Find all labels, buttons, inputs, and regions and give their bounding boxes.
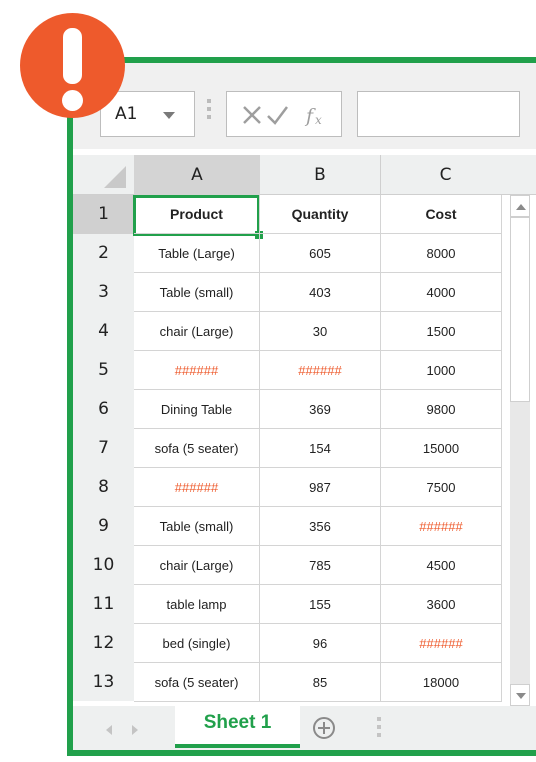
grip-handle-icon[interactable] xyxy=(207,99,211,129)
row-header-11[interactable]: 11 xyxy=(73,585,134,624)
enter-icon[interactable] xyxy=(267,106,288,125)
exclamation-icon xyxy=(20,13,125,118)
scroll-down-button[interactable] xyxy=(510,684,530,706)
row-header-5[interactable]: 5 xyxy=(73,351,134,390)
cell-b9[interactable]: 356 xyxy=(260,507,381,546)
chevron-right-icon[interactable] xyxy=(132,725,138,735)
cell-a3[interactable]: Table (small) xyxy=(134,273,260,312)
scrollbar-thumb[interactable] xyxy=(510,217,530,402)
cell-c3[interactable]: 4000 xyxy=(381,273,502,312)
row-header-8[interactable]: 8 xyxy=(73,468,134,507)
row-header-7[interactable]: 7 xyxy=(73,429,134,468)
chevron-left-icon[interactable] xyxy=(106,725,112,735)
column-header-b[interactable]: B xyxy=(260,155,381,195)
sheet-tab-underline xyxy=(175,744,300,748)
cell-b1[interactable]: Quantity xyxy=(260,195,381,234)
row-header-10[interactable]: 10 xyxy=(73,546,134,585)
name-box[interactable]: A1 xyxy=(100,91,195,137)
row-header-3[interactable]: 3 xyxy=(73,273,134,312)
cell-c2[interactable]: 8000 xyxy=(381,234,502,273)
cell-a4[interactable]: chair (Large) xyxy=(134,312,260,351)
cell-a8[interactable]: ###### xyxy=(134,468,260,507)
cell-a2[interactable]: Table (Large) xyxy=(134,234,260,273)
name-box-value: A1 xyxy=(115,104,138,124)
column-header-c[interactable]: C xyxy=(381,155,510,195)
cell-c13[interactable]: 18000 xyxy=(381,663,502,702)
cell-b4[interactable]: 30 xyxy=(260,312,381,351)
cell-c11[interactable]: 3600 xyxy=(381,585,502,624)
row-header-2[interactable]: 2 xyxy=(73,234,134,273)
sheet-tab-label: Sheet 1 xyxy=(203,712,272,733)
cell-c9[interactable]: ###### xyxy=(381,507,502,546)
vertical-scrollbar[interactable] xyxy=(510,195,530,706)
row-header-6[interactable]: 6 xyxy=(73,390,134,429)
cell-c5[interactable]: 1000 xyxy=(381,351,502,390)
cell-b2[interactable]: 605 xyxy=(260,234,381,273)
plus-circle-icon[interactable] xyxy=(312,716,336,740)
column-header-row: A B C xyxy=(73,155,536,195)
cell-c1[interactable]: Cost xyxy=(381,195,502,234)
cell-b11[interactable]: 155 xyxy=(260,585,381,624)
cell-b10[interactable]: 785 xyxy=(260,546,381,585)
cell-a11[interactable]: table lamp xyxy=(134,585,260,624)
cell-c10[interactable]: 4500 xyxy=(381,546,502,585)
chevron-down-icon[interactable] xyxy=(163,112,175,119)
cell-a13[interactable]: sofa (5 seater) xyxy=(134,663,260,702)
formula-input[interactable] xyxy=(357,91,520,137)
cell-a5[interactable]: ###### xyxy=(134,351,260,390)
cell-c12[interactable]: ###### xyxy=(381,624,502,663)
cell-a12[interactable]: bed (single) xyxy=(134,624,260,663)
cell-c7[interactable]: 15000 xyxy=(381,429,502,468)
select-all-corner[interactable] xyxy=(104,166,126,188)
svg-text:x: x xyxy=(315,113,322,127)
cancel-icon[interactable] xyxy=(243,106,261,124)
grip-handle-icon[interactable] xyxy=(377,717,381,743)
cell-b12[interactable]: 96 xyxy=(260,624,381,663)
cell-b6[interactable]: 369 xyxy=(260,390,381,429)
formula-icons-box: f x xyxy=(226,91,342,137)
row-header-9[interactable]: 9 xyxy=(73,507,134,546)
cell-c4[interactable]: 1500 xyxy=(381,312,502,351)
column-header-a[interactable]: A xyxy=(134,155,260,195)
row-header-1[interactable]: 1 xyxy=(73,195,134,234)
cell-b13[interactable]: 85 xyxy=(260,663,381,702)
cell-a1[interactable]: Product xyxy=(134,195,260,234)
row-header-column: 1 2 3 4 5 6 7 8 9 10 11 12 13 xyxy=(73,195,134,701)
scroll-up-button[interactable] xyxy=(510,195,530,217)
cell-b3[interactable]: 403 xyxy=(260,273,381,312)
row-header-12[interactable]: 12 xyxy=(73,624,134,663)
cell-b7[interactable]: 154 xyxy=(260,429,381,468)
cell-a7[interactable]: sofa (5 seater) xyxy=(134,429,260,468)
cell-a9[interactable]: Table (small) xyxy=(134,507,260,546)
cell-c6[interactable]: 9800 xyxy=(381,390,502,429)
sheet-tab-active[interactable]: Sheet 1 xyxy=(175,706,300,748)
fx-icon[interactable]: f x xyxy=(304,105,322,127)
cell-a6[interactable]: Dining Table xyxy=(134,390,260,429)
cell-b5[interactable]: ###### xyxy=(260,351,381,390)
row-header-4[interactable]: 4 xyxy=(73,312,134,351)
sheet-tab-bar xyxy=(73,706,536,750)
cell-a10[interactable]: chair (Large) xyxy=(134,546,260,585)
cell-b8[interactable]: 987 xyxy=(260,468,381,507)
row-header-13[interactable]: 13 xyxy=(73,663,134,702)
cell-c8[interactable]: 7500 xyxy=(381,468,502,507)
